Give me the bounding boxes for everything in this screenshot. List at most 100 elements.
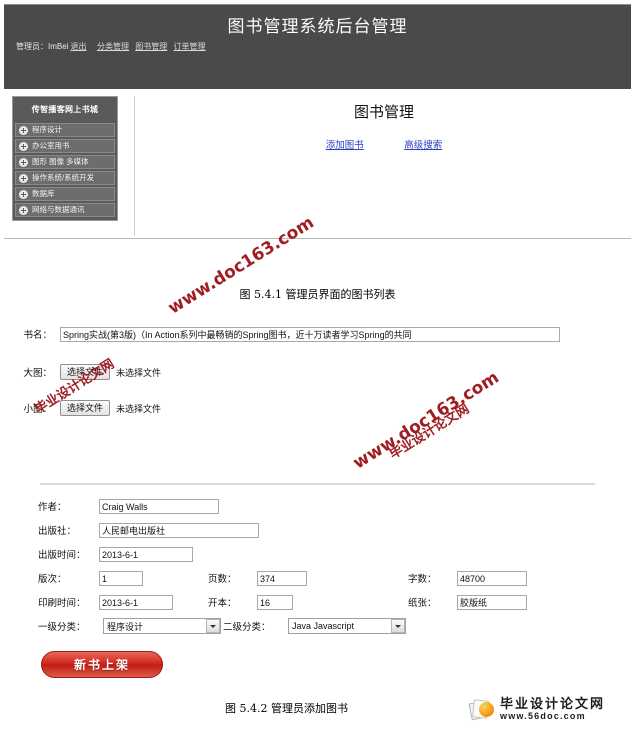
plus-circle-icon [19,125,28,135]
form-row-print-format-paper: 印刷时间： 2013-6-1 开本： 16 纸张： 胶版纸 [0,590,635,614]
brand-url: www.56doc.com [500,711,586,721]
form-row-publisher: 出版社： 人民邮电出版社 [0,518,635,542]
small-image-choose-file-button[interactable]: 选择文件 [60,400,111,416]
form-row-book-name: 书名： Spring实战(第3版)（In Action系列中最畅销的Spring… [0,322,635,346]
category-2-label: 二级分类： [223,622,271,633]
form-row-big-image: 大图： 选择文件 未选择文件 [0,360,635,384]
words-group: 字数： 48700 [408,570,527,586]
sidebar-item-label: 图形 图像 多媒体 [32,157,89,166]
sidebar-title: 传智播客网上书城 [15,99,115,121]
site-header: 图书管理系统后台管理 管理员：ImBei 退出 分类管理 图书管理 订单管理 [4,4,631,89]
pages-label: 页数： [208,574,237,585]
book-orb-logo-icon [468,698,496,722]
nav-item-order-management[interactable]: 订单管理 [173,42,205,51]
content-area: 传智播客网上书城 程序设计 办公室用书 图形 图像 多媒体 操作系统/系统开发 … [4,93,631,238]
big-image-choose-file-button[interactable]: 选择文件 [60,364,111,380]
big-image-label: 大图： [23,368,52,379]
main-action-links: 添加图书 高级搜索 [139,135,629,153]
publish-new-book-button[interactable]: 新书上架 [41,651,163,678]
pages-group: 页数： 374 [208,570,408,586]
paper-group: 纸张： 胶版纸 [408,594,527,610]
plus-circle-icon [19,173,28,183]
header-nav: 分类管理 图书管理 订单管理 [97,41,209,52]
category-sidebar: 传智播客网上书城 程序设计 办公室用书 图形 图像 多媒体 操作系统/系统开发 … [12,96,118,221]
add-book-link[interactable]: 添加图书 [326,140,364,151]
category-2-select[interactable]: Java Javascript [288,618,406,634]
publisher-label: 出版社： [38,526,77,537]
format-input[interactable]: 16 [257,594,293,610]
form-row-categories: 一级分类： 程序设计 二级分类： Java Javascript [0,614,635,638]
admin-name: ImBei [48,42,69,51]
figure-caption-2: 图 5.4.2 管理员添加图书 [225,702,348,715]
plus-circle-icon [19,157,28,167]
print-date-input[interactable]: 2013-6-1 [99,594,173,610]
category-2-value: Java Javascript [292,621,355,631]
edition-group: 版次： 1 [38,570,208,586]
vertical-divider [134,96,135,236]
publisher-input[interactable]: 人民邮电出版社 [99,522,259,538]
book-upper-form: 书名： Spring实战(第3版)（In Action系列中最畅销的Spring… [0,322,635,420]
figure-caption-1: 图 5.4.1 管理员界面的图书列表 [239,288,396,301]
author-label: 作者： [38,502,67,513]
sidebar-item-label: 程序设计 [32,125,62,134]
form-row-edition-pages-words: 版次： 1 页数： 374 字数： 48700 [0,566,635,590]
sidebar-item-os-development[interactable]: 操作系统/系统开发 [15,171,115,185]
small-image-file-status: 未选择文件 [116,403,162,414]
plus-circle-icon [19,189,28,199]
format-label: 开本： [208,598,237,609]
plus-circle-icon [19,205,28,215]
form-separator [40,483,595,485]
sidebar-item-database[interactable]: 数据库 [15,187,115,201]
paper-input[interactable]: 胶版纸 [457,594,527,610]
format-group: 开本： 16 [208,594,408,610]
words-input[interactable]: 48700 [457,570,527,586]
brand-name: 毕业设计论文网 [500,696,606,711]
nav-item-book-management[interactable]: 图书管理 [135,42,167,51]
book-name-label: 书名： [23,330,52,341]
plus-circle-icon [19,141,28,151]
admin-info: 管理员：ImBei 退出 [16,41,86,52]
category-1-select[interactable]: 程序设计 [103,618,221,634]
chevron-down-icon[interactable] [206,619,220,633]
pages-input[interactable]: 374 [257,570,307,586]
sidebar-item-graphics-multimedia[interactable]: 图形 图像 多媒体 [15,155,115,169]
category-1-label: 一级分类： [38,622,86,633]
sidebar-item-network-communication[interactable]: 网络与数据通讯 [15,203,115,217]
print-date-group: 印刷时间： 2013-6-1 [38,594,208,610]
sidebar-item-programming[interactable]: 程序设计 [15,123,115,137]
advanced-search-link[interactable]: 高级搜索 [404,140,442,151]
edition-label: 版次： [38,574,67,585]
big-image-file-status: 未选择文件 [116,367,162,378]
words-label: 字数： [408,574,437,585]
category-1-group: 一级分类： 程序设计 [38,618,223,634]
author-input[interactable]: Craig Walls [99,498,219,514]
page-title: 图书管理 [353,103,414,121]
form-row-small-image: 小图： 选择文件 未选择文件 [0,396,635,420]
category-1-value: 程序设计 [107,621,144,632]
brand-text: 毕业设计论文网 www.56doc.com [500,697,605,722]
sidebar-item-label: 数据库 [32,189,55,198]
nav-item-category-management[interactable]: 分类管理 [97,42,129,51]
paper-label: 纸张： [408,598,437,609]
print-date-label: 印刷时间： [38,598,86,609]
sidebar-item-label: 网络与数据通讯 [32,205,85,214]
sidebar-item-label: 办公室用书 [32,141,70,150]
site-title: 图书管理系统后台管理 [227,17,408,37]
main-panel: 图书管理 添加图书 高级搜索 [139,93,629,235]
category-2-group: 二级分类： Java Javascript [223,618,406,634]
form-row-publish-date: 出版时间： 2013-6-1 [0,542,635,566]
edition-input[interactable]: 1 [99,570,143,586]
application-screenshot: 图书管理系统后台管理 管理员：ImBei 退出 分类管理 图书管理 订单管理 传智… [0,0,635,692]
form-row-author: 作者： Craig Walls [0,494,635,518]
publish-date-input[interactable]: 2013-6-1 [99,546,193,562]
chevron-down-icon[interactable] [391,619,405,633]
sidebar-item-label: 操作系统/系统开发 [32,173,95,182]
publish-date-label: 出版时间： [38,550,86,561]
small-image-label: 小图： [23,404,52,415]
brand-logo: 毕业设计论文网 www.56doc.com [468,697,605,722]
content-bottom-rule [4,238,631,239]
sidebar-item-office-books[interactable]: 办公室用书 [15,139,115,153]
admin-prefix-label: 管理员： [16,42,48,51]
logout-link[interactable]: 退出 [70,42,86,51]
book-name-input[interactable]: Spring实战(第3版)（In Action系列中最畅销的Spring图书，近… [60,326,560,342]
